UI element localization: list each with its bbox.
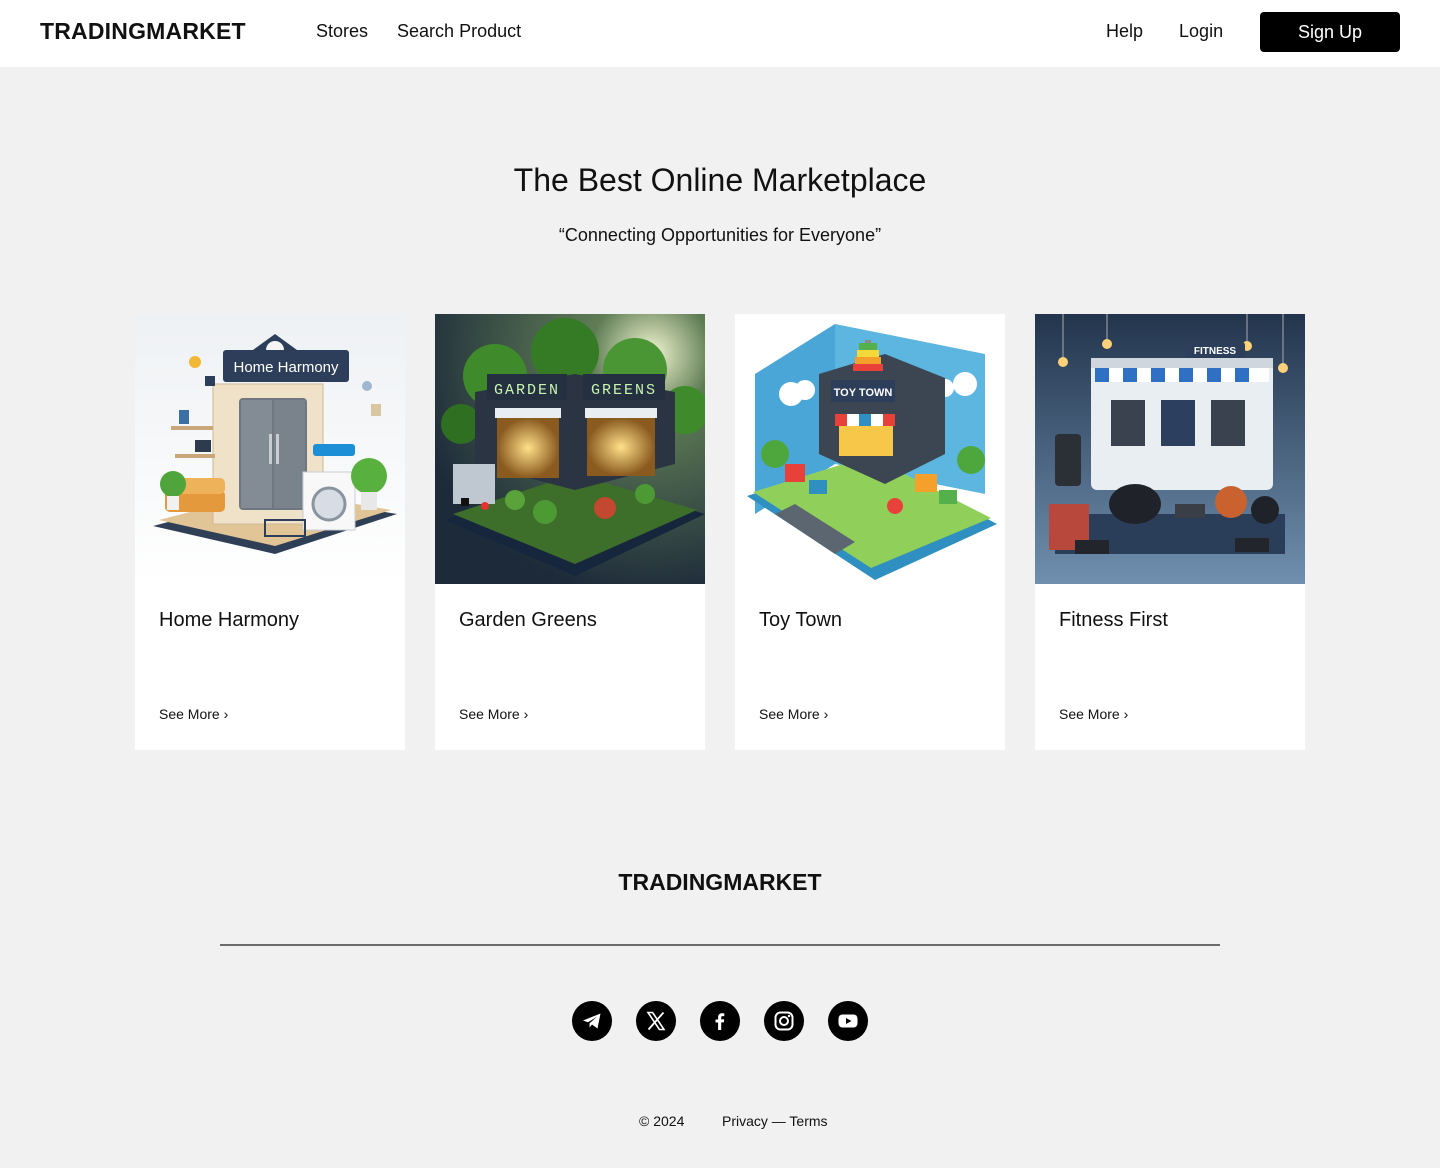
store-card-list: Home Harmony Home Harmony See More › GAR…: [135, 314, 1305, 750]
facebook-icon[interactable]: [700, 1001, 740, 1041]
store-card-fitness-first[interactable]: FITNESS Fitness First See More ›: [1035, 314, 1305, 750]
hero-title: The Best Online Marketplace: [513, 162, 927, 198]
store-name: Garden Greens: [459, 609, 597, 631]
see-more-link[interactable]: See More ›: [159, 706, 228, 722]
home-harmony-sign-text: Home Harmony: [233, 359, 339, 376]
nav-stores-link[interactable]: Stores: [316, 21, 368, 42]
store-card-garden-greens[interactable]: GARDEN GREENS Garden Greens See More ›: [435, 314, 705, 750]
hero-subtitle: “Connecting Opportunities for Everyone”: [558, 225, 882, 245]
store-name: Fitness First: [1059, 609, 1168, 631]
sign-up-button[interactable]: Sign Up: [1260, 12, 1400, 52]
fitness-first-store-image: FITNESS: [1035, 314, 1305, 584]
store-name: Toy Town: [759, 609, 843, 631]
login-link[interactable]: Login: [1179, 21, 1223, 42]
see-more-link[interactable]: See More ›: [459, 706, 528, 722]
copyright-text: © 2024: [639, 1113, 685, 1129]
see-more-link[interactable]: See More ›: [1059, 706, 1128, 722]
x-icon[interactable]: [636, 1001, 676, 1041]
toy-town-store-image: TOY TOWN: [735, 314, 1005, 584]
see-more-link[interactable]: See More ›: [759, 706, 828, 722]
store-name: Home Harmony: [159, 609, 300, 631]
garden-sign-text: GARDEN: [494, 382, 560, 399]
top-navigation-bar: TRADINGMARKET Stores Search Product Help…: [0, 0, 1440, 67]
store-card-toy-town[interactable]: TOY TOWN Toy Town See More ›: [735, 314, 1005, 750]
greens-sign-text: GREENS: [591, 382, 657, 399]
privacy-terms-link[interactable]: Privacy — Terms: [722, 1113, 828, 1129]
account-nav: Help Login: [1106, 21, 1223, 42]
telegram-icon[interactable]: [572, 1001, 612, 1041]
home-harmony-store-image: Home Harmony: [135, 314, 405, 584]
nav-search-product-link[interactable]: Search Product: [397, 21, 521, 42]
footer-divider: [220, 944, 1220, 946]
social-links: [572, 1001, 868, 1041]
site-logo[interactable]: TRADINGMARKET: [40, 18, 246, 45]
primary-nav: Stores Search Product: [316, 21, 521, 42]
footer-logo[interactable]: TRADINGMARKET: [0, 869, 1440, 896]
instagram-icon[interactable]: [764, 1001, 804, 1041]
store-card-home-harmony[interactable]: Home Harmony Home Harmony See More ›: [135, 314, 405, 750]
youtube-icon[interactable]: [828, 1001, 868, 1041]
help-link[interactable]: Help: [1106, 21, 1143, 42]
garden-greens-store-image: GARDEN GREENS: [435, 314, 705, 584]
fitness-sign-text: FITNESS: [1194, 346, 1237, 357]
toy-town-sign-text: TOY TOWN: [834, 387, 893, 399]
